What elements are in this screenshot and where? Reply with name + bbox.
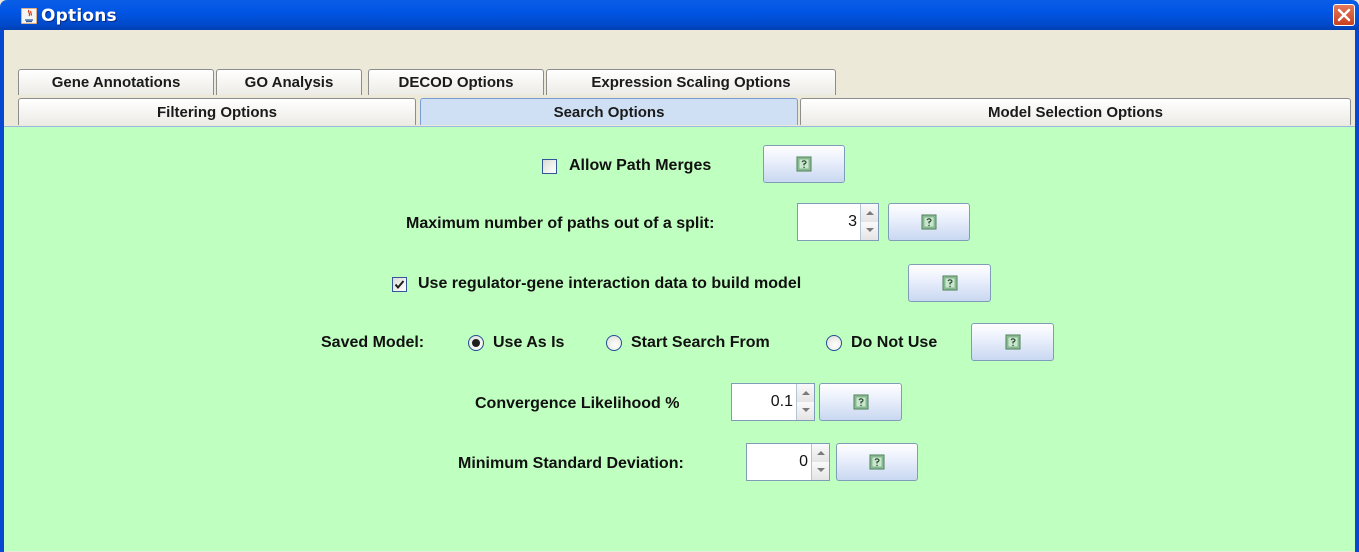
use-regulator-checkbox[interactable]	[392, 277, 407, 292]
max-paths-help-button[interactable]	[888, 203, 970, 241]
window-title: Options	[41, 6, 117, 26]
radio-do-not-use-label[interactable]: Do Not Use	[851, 334, 937, 352]
search-options-panel: Allow Path Merges Maximum number of path…	[4, 126, 1355, 551]
help-icon	[1005, 334, 1020, 350]
radio-start-search-from-label[interactable]: Start Search From	[631, 334, 770, 352]
tab-model-selection-options[interactable]: Model Selection Options	[800, 98, 1351, 125]
saved-model-help-button[interactable]	[971, 323, 1054, 361]
title-bar[interactable]: Options	[0, 0, 1359, 30]
close-button[interactable]	[1333, 4, 1355, 26]
close-icon	[1337, 8, 1351, 22]
convergence-spinner[interactable]: 0.1	[731, 383, 815, 421]
radio-start-search-from[interactable]	[606, 335, 622, 351]
allow-path-merges-help-button[interactable]	[763, 145, 845, 183]
help-icon	[869, 454, 885, 470]
help-icon	[796, 156, 812, 172]
max-paths-label: Maximum number of paths out of a split:	[406, 215, 715, 232]
use-regulator-label: Use regulator-gene interaction data to b…	[418, 275, 802, 292]
tab-search-options[interactable]: Search Options	[420, 98, 798, 125]
checkmark-icon	[394, 280, 405, 290]
min-std-dev-spinner[interactable]: 0	[746, 443, 830, 481]
convergence-increment-button[interactable]	[797, 384, 814, 403]
convergence-help-button[interactable]	[819, 383, 902, 421]
use-regulator-help-button[interactable]	[908, 264, 991, 302]
min-std-dev-label: Minimum Standard Deviation:	[458, 455, 684, 472]
tab-decod-options[interactable]: DECOD Options	[368, 69, 544, 95]
allow-path-merges-label: Allow Path Merges	[569, 157, 712, 174]
min-std-dev-help-button[interactable]	[836, 443, 918, 481]
help-icon	[853, 394, 868, 410]
min-std-dev-value[interactable]: 0	[747, 444, 811, 480]
tab-gene-annotations[interactable]: Gene Annotations	[18, 69, 214, 95]
convergence-label: Convergence Likelihood %	[475, 395, 680, 412]
tab-go-analysis[interactable]: GO Analysis	[216, 69, 362, 95]
saved-model-label: Saved Model:	[321, 334, 425, 351]
max-paths-spinner[interactable]: 3	[797, 203, 879, 241]
java-icon	[21, 8, 37, 24]
help-icon	[942, 275, 957, 291]
radio-use-as-is[interactable]	[468, 335, 484, 351]
radio-use-as-is-label[interactable]: Use As Is	[493, 334, 564, 352]
tab-filtering-options[interactable]: Filtering Options	[18, 98, 416, 125]
help-icon	[921, 214, 937, 230]
max-paths-increment-button[interactable]	[861, 204, 878, 223]
allow-path-merges-checkbox[interactable]	[542, 159, 557, 174]
min-std-dev-increment-button[interactable]	[812, 444, 829, 463]
radio-do-not-use[interactable]	[826, 335, 842, 351]
tab-expression-scaling-options[interactable]: Expression Scaling Options	[546, 69, 836, 95]
max-paths-value[interactable]: 3	[798, 204, 860, 240]
window-frame-right	[1355, 30, 1359, 552]
convergence-value[interactable]: 0.1	[732, 384, 796, 420]
max-paths-decrement-button[interactable]	[861, 222, 878, 240]
convergence-decrement-button[interactable]	[797, 402, 814, 420]
min-std-dev-decrement-button[interactable]	[812, 462, 829, 480]
